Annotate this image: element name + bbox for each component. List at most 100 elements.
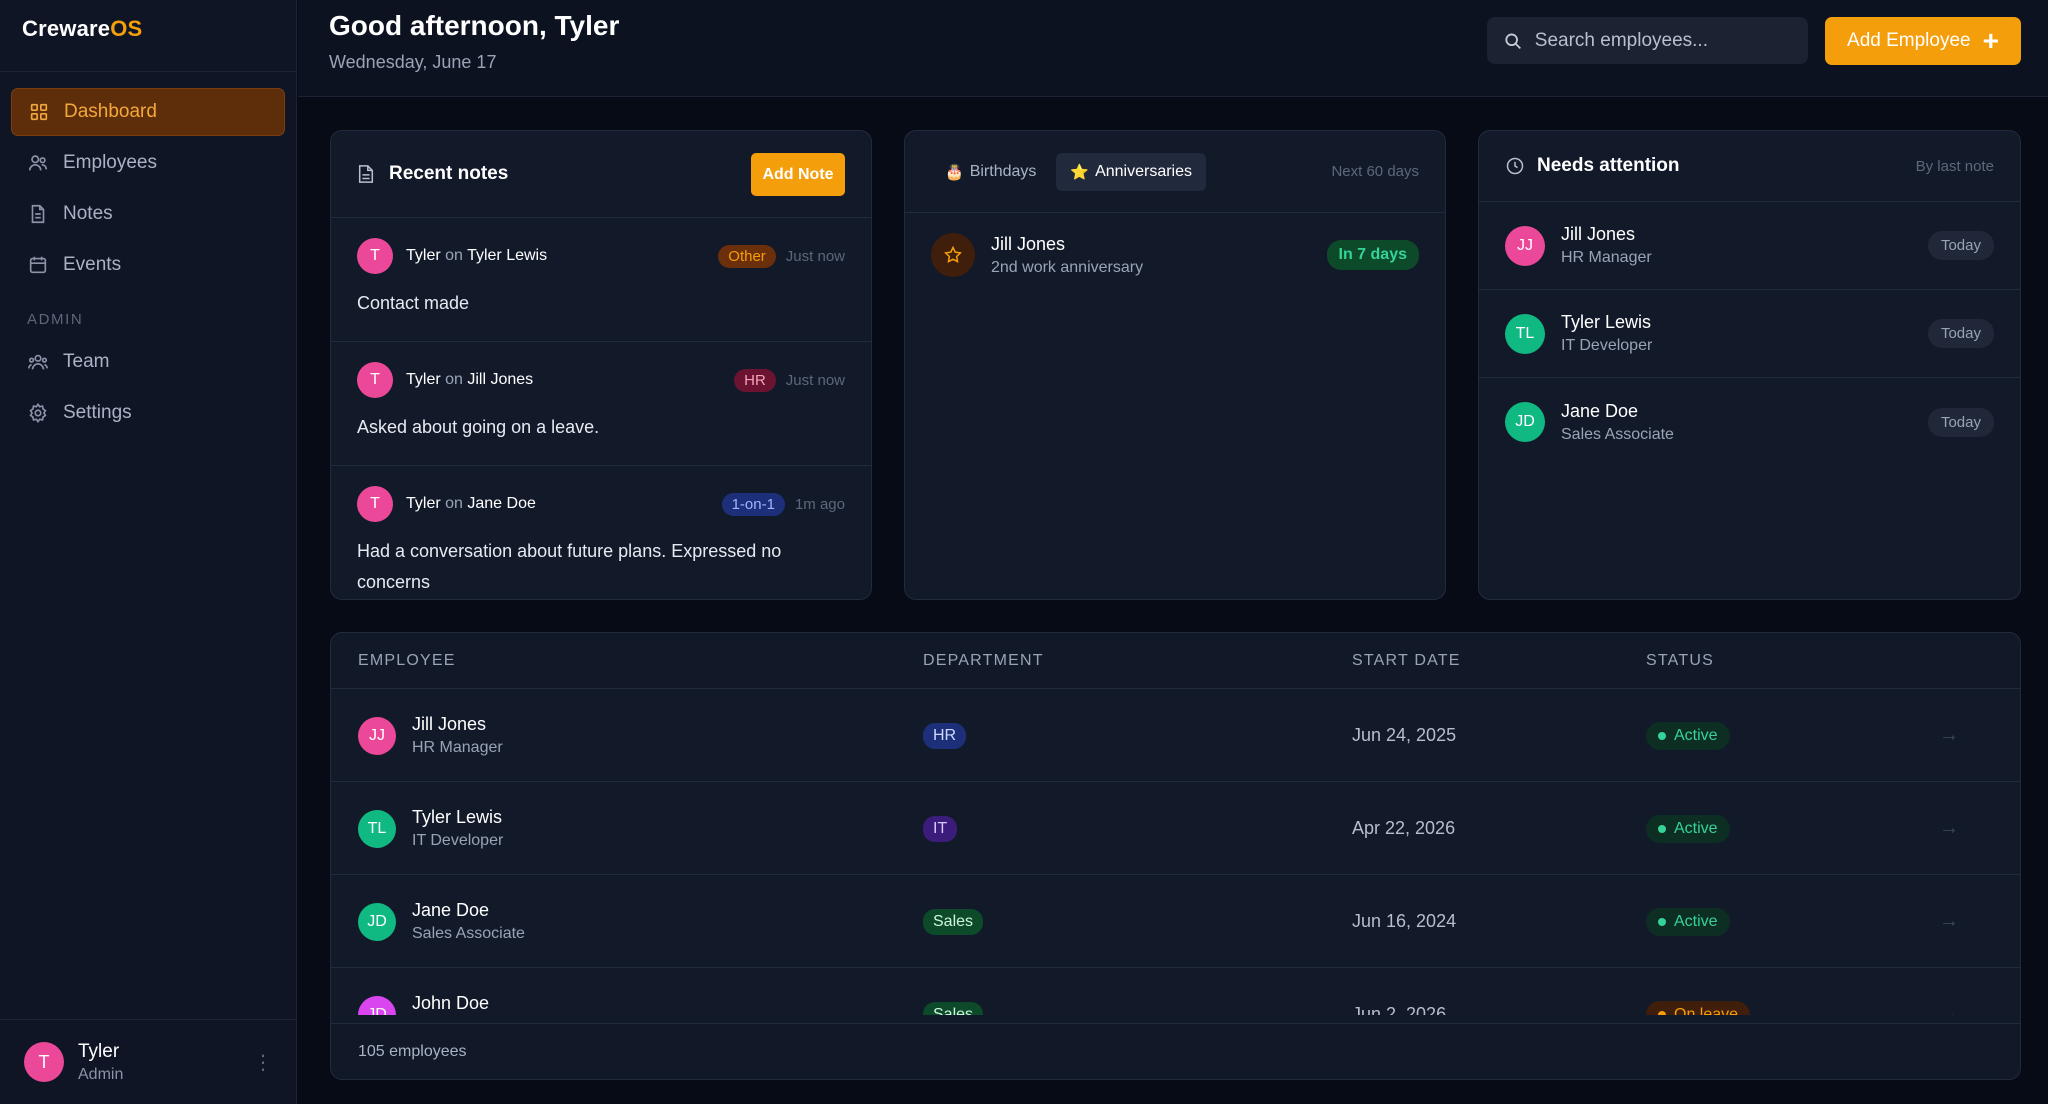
- arrow-right-icon[interactable]: →: [1939, 910, 1959, 933]
- on-label: on: [445, 371, 463, 388]
- start-date-cell: Jun 16, 2024: [1352, 875, 1456, 968]
- column-header-department[interactable]: DEPARTMENT: [923, 652, 1044, 670]
- current-user[interactable]: T Tyler Admin ⋮: [0, 1019, 297, 1104]
- department-badge: Sales: [923, 908, 984, 935]
- add-employee-label: Add Employee: [1847, 30, 1971, 51]
- department-badge: IT: [923, 815, 958, 842]
- row-action[interactable]: →: [1939, 782, 1959, 875]
- arrow-right-icon[interactable]: →: [1939, 1003, 1959, 1015]
- note-tag: 1-on-1: [721, 492, 785, 516]
- department-badge: HR: [923, 722, 967, 749]
- sidebar-nav: Dashboard Employees Notes Events ADMIN T…: [0, 72, 296, 437]
- anniversary-detail: 2nd work anniversary: [991, 258, 1144, 276]
- sort-label: By last note: [1915, 157, 1994, 175]
- note-tag: Other: [718, 244, 776, 268]
- attention-item[interactable]: JD Jane Doe Sales Associate Today: [1479, 378, 2020, 466]
- employee-cell: JJ Jill Jones HR Manager: [358, 689, 503, 782]
- tab-birthdays[interactable]: 🎂 Birthdays: [931, 153, 1050, 191]
- note-item[interactable]: T Tyler on Tyler Lewis Other Just now Co…: [331, 218, 871, 342]
- column-header-status[interactable]: STATUS: [1646, 652, 1714, 670]
- employee-role: IT Developer: [412, 832, 504, 849]
- sidebar: CrewareOS Dashboard Employees Notes Even…: [0, 0, 297, 1104]
- avatar: T: [357, 238, 393, 274]
- employee-name: Jane Doe: [412, 900, 490, 920]
- table-body[interactable]: JJ Jill Jones HR Manager HR Jun 24, 2025…: [331, 689, 2020, 1015]
- search-box[interactable]: [1487, 17, 1808, 64]
- avatar: T: [24, 1042, 64, 1082]
- document-icon: [27, 203, 49, 225]
- department-badge: Sales: [923, 1001, 984, 1015]
- sidebar-item-events[interactable]: Events: [11, 241, 285, 289]
- column-header-employee[interactable]: EMPLOYEE: [358, 652, 456, 670]
- sidebar-item-dashboard[interactable]: Dashboard: [11, 88, 285, 136]
- status-dot: [1658, 731, 1666, 740]
- status-label: Active: [1674, 819, 1718, 837]
- user-info: Tyler Admin: [78, 1041, 253, 1084]
- arrow-right-icon[interactable]: →: [1939, 817, 1959, 840]
- avatar: TL: [1505, 313, 1545, 354]
- sidebar-item-team[interactable]: Team: [11, 338, 285, 386]
- sidebar-item-label: Events: [63, 254, 122, 275]
- table-row[interactable]: JD John Doe Sales Associate Sales Jun 2,…: [331, 968, 2020, 1015]
- avatar: T: [357, 486, 393, 522]
- employees-table: EMPLOYEE DEPARTMENT START DATE STATUS JJ…: [330, 632, 2021, 1080]
- table-row[interactable]: JD Jane Doe Sales Associate Sales Jun 16…: [331, 875, 2020, 968]
- column-header-start-date[interactable]: START DATE: [1352, 652, 1461, 670]
- status-badge: Active: [1646, 907, 1730, 936]
- department-cell: IT: [923, 782, 958, 875]
- sidebar-item-label: Team: [63, 351, 110, 372]
- employee-info: Tyler Lewis IT Developer: [412, 807, 503, 850]
- card-header: Needs attention By last note: [1479, 131, 2020, 202]
- status-dot: [1658, 917, 1666, 926]
- author-name: Tyler: [406, 495, 441, 512]
- note-body: Had a conversation about future plans. E…: [357, 541, 782, 592]
- card-header: Recent notes Add Note: [331, 131, 871, 218]
- add-note-button[interactable]: Add Note: [751, 153, 845, 196]
- row-action[interactable]: →: [1939, 689, 1959, 782]
- note-body: Asked about going on a leave.: [357, 417, 600, 437]
- cake-icon: 🎂: [945, 163, 964, 181]
- status-badge: Active: [1646, 814, 1730, 843]
- brand-logo[interactable]: CrewareOS: [0, 0, 296, 72]
- date-range-label: Next 60 days: [1331, 163, 1419, 180]
- attention-item[interactable]: TL Tyler Lewis IT Developer Today: [1479, 290, 2020, 378]
- note-author: Tyler on Jill Jones: [406, 371, 734, 389]
- employee-name: Tyler Lewis: [1561, 312, 1652, 332]
- department-cell: Sales: [923, 875, 984, 968]
- add-employee-button[interactable]: Add Employee +: [1825, 17, 2021, 65]
- start-date-cell: Jun 24, 2025: [1352, 689, 1456, 782]
- more-vertical-icon[interactable]: ⋮: [253, 1050, 273, 1075]
- row-action[interactable]: →: [1939, 968, 1959, 1015]
- avatar: JD: [1505, 402, 1545, 442]
- note-time: Just now: [785, 371, 845, 389]
- avatar: JD: [358, 995, 396, 1015]
- employee-role: HR Manager: [412, 739, 503, 756]
- note-time: Just now: [785, 247, 845, 265]
- start-date: Apr 22, 2026: [1352, 818, 1456, 838]
- status-label: On leave: [1674, 1005, 1739, 1016]
- employee-info: Jane Doe Sales Associate: [412, 900, 525, 943]
- tab-label: Anniversaries: [1095, 162, 1193, 180]
- row-action[interactable]: →: [1939, 875, 1959, 968]
- gear-icon: [27, 402, 49, 424]
- needs-attention-card: Needs attention By last note JJ Jill Jon…: [1478, 130, 2021, 600]
- last-note-badge: Today: [1927, 407, 1994, 437]
- department-cell: Sales: [923, 968, 984, 1015]
- sidebar-item-notes[interactable]: Notes: [11, 190, 285, 238]
- note-item[interactable]: T Tyler on Jane Doe 1-on-1 1m ago Had a …: [331, 466, 871, 592]
- anniversary-item[interactable]: Jill Jones 2nd work anniversary In 7 day…: [905, 213, 1445, 297]
- tab-anniversaries[interactable]: ⭐ Anniversaries: [1056, 152, 1207, 191]
- attention-item[interactable]: JJ Jill Jones HR Manager Today: [1479, 202, 2020, 290]
- note-item[interactable]: T Tyler on Jill Jones HR Just now Asked …: [331, 342, 871, 466]
- recent-notes-card: Recent notes Add Note T Tyler on Tyler L…: [330, 130, 872, 600]
- start-date: Jun 2, 2026: [1352, 1004, 1447, 1015]
- table-row[interactable]: TL Tyler Lewis IT Developer IT Apr 22, 2…: [331, 782, 2020, 875]
- table-row[interactable]: JJ Jill Jones HR Manager HR Jun 24, 2025…: [331, 689, 2020, 782]
- sidebar-item-employees[interactable]: Employees: [11, 139, 285, 187]
- subject-name: Jill Jones: [467, 371, 534, 388]
- note-body: Contact made: [357, 293, 470, 313]
- card-title: Needs attention: [1537, 155, 1680, 176]
- search-input[interactable]: [1534, 29, 1792, 52]
- sidebar-item-settings[interactable]: Settings: [11, 389, 285, 437]
- arrow-right-icon[interactable]: →: [1939, 724, 1959, 747]
